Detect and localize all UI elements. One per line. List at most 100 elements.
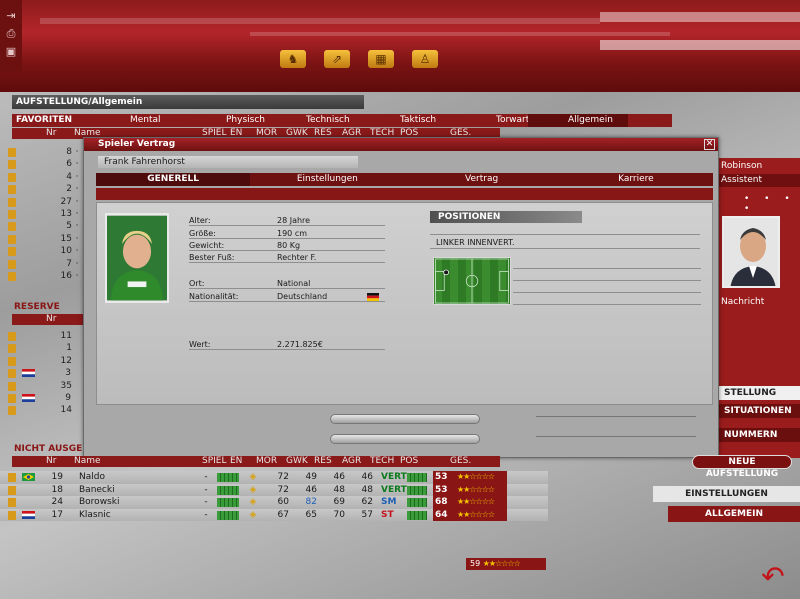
col-nr[interactable]: Nr bbox=[12, 314, 62, 325]
list-item[interactable]: 15 · bbox=[0, 233, 84, 245]
table-row[interactable]: 18 Banecki - ◈ 72 46 48 48 VERT 53 ★★☆☆☆… bbox=[0, 483, 548, 496]
morale-icon: ◈ bbox=[249, 484, 257, 495]
table-row[interactable]: 19 Naldo - ◈ 72 49 46 46 VERT 53 ★★☆☆☆☆ bbox=[0, 471, 548, 484]
list-item[interactable]: 10 · bbox=[0, 245, 84, 257]
player-card-icon bbox=[8, 271, 16, 281]
printer-icon[interactable]: ⎙ bbox=[5, 28, 17, 40]
footer-slot[interactable] bbox=[330, 434, 480, 444]
not-selected-header: Nr Name SPIEL EN MOR GWK RES AGR TECH PO… bbox=[12, 456, 500, 467]
col-tech[interactable]: TECH bbox=[370, 456, 400, 467]
col-pos[interactable]: POS bbox=[400, 456, 450, 467]
col-gwk[interactable]: GWK bbox=[286, 456, 314, 467]
footer-slot[interactable] bbox=[330, 414, 480, 424]
not-selected-label: NICHT AUSGE bbox=[14, 444, 83, 454]
col-en[interactable]: EN bbox=[230, 456, 256, 467]
form-bar bbox=[407, 510, 427, 520]
divider bbox=[430, 223, 700, 235]
position-cell: VERT bbox=[381, 484, 407, 495]
divider bbox=[513, 281, 701, 293]
cat-physisch[interactable]: Physisch bbox=[146, 114, 265, 127]
list-item[interactable]: 4 · bbox=[0, 171, 84, 183]
position-cell: VERT bbox=[381, 472, 407, 482]
news-label[interactable]: Nachricht bbox=[718, 297, 764, 307]
close-icon[interactable]: ✕ bbox=[704, 139, 715, 150]
list-item[interactable]: 7 · bbox=[0, 258, 84, 270]
new-lineup-button[interactable]: NEUE AUFSTELLUNG bbox=[692, 455, 792, 479]
col-nr[interactable]: Nr bbox=[12, 456, 62, 467]
divider bbox=[536, 436, 696, 437]
list-item[interactable]: 12 bbox=[0, 355, 84, 367]
list-item[interactable]: 11 bbox=[0, 330, 84, 342]
training-icon[interactable]: ♙ bbox=[412, 50, 438, 68]
menu-situationen[interactable]: SITUATIONEN bbox=[718, 404, 800, 418]
divider bbox=[513, 257, 701, 269]
cat-taktisch[interactable]: Taktisch bbox=[340, 114, 436, 127]
info-row: Ort: National bbox=[189, 278, 385, 289]
cat-torwart[interactable]: Torwart bbox=[436, 114, 529, 127]
list-item[interactable]: 9 bbox=[0, 392, 84, 404]
divider bbox=[513, 293, 701, 305]
col-spiel[interactable]: SPIEL bbox=[202, 456, 230, 467]
col-mor[interactable]: MOR bbox=[256, 456, 286, 467]
list-item[interactable]: 35 bbox=[0, 380, 84, 392]
tab-vertrag[interactable]: Vertrag bbox=[405, 173, 559, 186]
cat-mental[interactable]: Mental bbox=[90, 114, 161, 127]
pager-dots: • • • • bbox=[744, 194, 796, 214]
col-nr[interactable]: Nr bbox=[12, 128, 62, 139]
menu-nummern[interactable]: NUMMERN bbox=[718, 428, 800, 442]
left-toolbar: ⇥ ⎙ ▣ bbox=[0, 0, 22, 72]
player-card-icon bbox=[8, 234, 16, 244]
list-item[interactable]: 8 · bbox=[0, 146, 84, 158]
list-item[interactable]: 14 bbox=[0, 404, 84, 416]
player-card-icon bbox=[8, 148, 16, 157]
player-card-icon bbox=[8, 222, 16, 232]
col-ges[interactable]: GES. bbox=[450, 456, 480, 467]
col-res[interactable]: RES bbox=[314, 456, 342, 467]
list-item[interactable]: 6 · bbox=[0, 158, 84, 170]
main-nav: ♞ ⇗ ▦ ♙ bbox=[280, 50, 438, 70]
energy-bar bbox=[217, 498, 239, 507]
exit-icon[interactable]: ⇥ bbox=[5, 10, 17, 22]
morale-icon: ◈ bbox=[249, 472, 257, 482]
reserve-header: Nr bbox=[12, 314, 84, 325]
list-item[interactable]: 5 · bbox=[0, 220, 84, 232]
form-bar bbox=[407, 473, 427, 482]
table-row[interactable]: 24 Borowski - ◈ 60 82 69 62 SM 68 ★★☆☆☆☆ bbox=[0, 496, 548, 509]
col-name[interactable]: Name bbox=[62, 456, 202, 467]
stadium-icon[interactable]: ▦ bbox=[368, 50, 394, 68]
cat-technisch[interactable]: Technisch bbox=[256, 114, 350, 127]
form-bar bbox=[407, 485, 427, 495]
list-item[interactable]: 27 · bbox=[0, 196, 84, 208]
croatia-flag-icon bbox=[22, 369, 35, 378]
settings-button[interactable]: EINSTELLUNGEN bbox=[653, 486, 800, 502]
list-item[interactable]: 3 bbox=[0, 367, 84, 379]
brazil-flag-icon bbox=[22, 473, 35, 481]
list-item[interactable]: 16 · bbox=[0, 270, 84, 282]
player-name: Frank Fahrenhorst bbox=[98, 156, 358, 168]
player-card-icon bbox=[8, 209, 16, 219]
tactics-icon[interactable]: ⇗ bbox=[324, 50, 350, 68]
disk-icon[interactable]: ▣ bbox=[5, 46, 17, 58]
cat-allgemein[interactable]: Allgemein bbox=[528, 114, 628, 127]
rating-stars: ★★☆☆☆☆ bbox=[457, 471, 507, 484]
list-item[interactable]: 2 · bbox=[0, 183, 84, 195]
player-card-icon bbox=[8, 247, 16, 257]
tab-generell[interactable]: GENERELL bbox=[96, 173, 251, 186]
tab-karriere[interactable]: Karriere bbox=[559, 173, 713, 186]
player-card-icon bbox=[8, 160, 16, 170]
team-icon[interactable]: ♞ bbox=[280, 50, 306, 68]
list-item[interactable]: 1 bbox=[0, 342, 84, 354]
dialog-footer bbox=[96, 408, 713, 454]
player-name-cell: Banecki bbox=[79, 484, 115, 495]
back-arrow-icon[interactable]: ↶ bbox=[752, 562, 794, 592]
col-agr[interactable]: AGR bbox=[342, 456, 370, 467]
tab-einstellungen[interactable]: Einstellungen bbox=[250, 173, 404, 186]
menu-stellung[interactable]: STELLUNG bbox=[718, 386, 800, 400]
general-button[interactable]: ALLGEMEIN bbox=[668, 506, 800, 522]
table-row[interactable]: 17 Klasnic - ◈ 67 65 70 57 ST 64 ★★☆☆☆☆ bbox=[0, 508, 548, 521]
info-row: Wert: 2.271.825€ bbox=[189, 339, 385, 350]
divider bbox=[513, 269, 701, 281]
list-item[interactable]: 13 · bbox=[0, 208, 84, 220]
morale-icon: ◈ bbox=[249, 497, 257, 507]
rating-stars: ★★☆☆☆☆ bbox=[457, 508, 507, 521]
